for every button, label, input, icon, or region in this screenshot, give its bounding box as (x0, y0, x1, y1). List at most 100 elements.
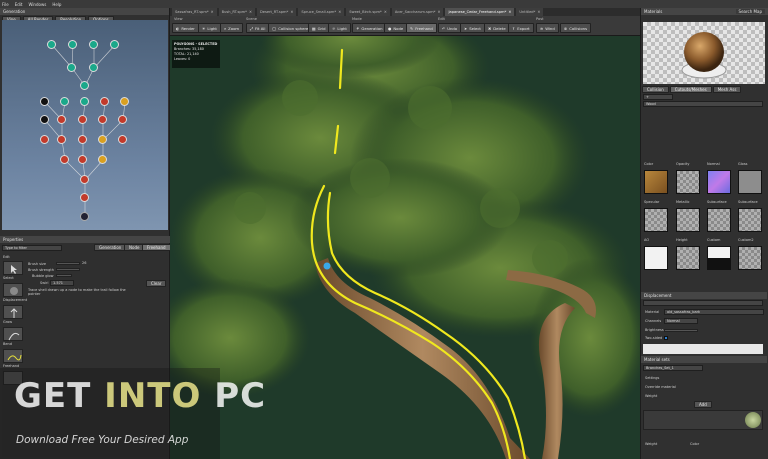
render-button[interactable]: ◐ Render (172, 23, 199, 33)
collisions-button[interactable]: ⊗ Collisions (560, 23, 592, 33)
leaf-node[interactable] (68, 40, 77, 49)
bend-tool[interactable] (3, 327, 23, 341)
tab-untitled[interactable]: Untitled* ✕ (516, 8, 544, 16)
color-map-slot[interactable] (644, 170, 668, 194)
tab-mesh-ass[interactable]: Mesh Ass (712, 86, 742, 93)
menu-file[interactable]: File (2, 2, 9, 7)
freehand-mode-button[interactable]: Freehand (142, 244, 171, 251)
tab-collision[interactable]: Collision (642, 86, 669, 93)
brush-size-slider[interactable] (56, 262, 80, 265)
subsurface2-map-slot[interactable] (738, 208, 762, 232)
displacement-dropdown[interactable] (643, 300, 763, 306)
select-tool[interactable] (3, 261, 23, 275)
branch-node[interactable] (80, 193, 89, 202)
close-icon[interactable]: ✕ (211, 10, 214, 14)
swirl-field[interactable]: 1.571 (50, 280, 74, 286)
scene-light-button[interactable]: ☼ Light (328, 23, 351, 33)
custom2-map-slot[interactable] (738, 246, 762, 270)
frond-node[interactable] (40, 115, 49, 124)
branch-node[interactable] (78, 135, 87, 144)
height-map-slot[interactable] (676, 246, 700, 270)
cap-node[interactable] (98, 135, 107, 144)
close-icon[interactable]: ✕ (338, 10, 341, 14)
generation-mode-toolbar-button[interactable]: ⚘ Generation (352, 23, 387, 33)
close-icon[interactable]: ✕ (384, 10, 387, 14)
material-add-field[interactable]: + (643, 94, 673, 100)
specular-map-slot[interactable] (644, 208, 668, 232)
branch-node[interactable] (100, 97, 109, 106)
branch-node[interactable] (78, 115, 87, 124)
tree-root-node[interactable] (80, 212, 89, 221)
material-preview[interactable] (643, 22, 765, 84)
custom-map-slot[interactable] (707, 246, 731, 270)
branch-node[interactable] (118, 135, 127, 144)
cap-node[interactable] (98, 155, 107, 164)
branch-node[interactable] (118, 115, 127, 124)
generation-mode-button[interactable]: Generation (94, 244, 127, 251)
fit-all-button[interactable]: ⤢ Fit All (246, 23, 270, 33)
leaf-node[interactable] (80, 97, 89, 106)
branch-node[interactable] (98, 115, 107, 124)
clear-button[interactable]: Clear (146, 280, 167, 287)
leaf-node[interactable] (110, 40, 119, 49)
bubble-glow-slider[interactable] (56, 274, 72, 277)
properties-filter-input[interactable]: Type to filter (2, 245, 62, 251)
channels-field[interactable]: Normal (664, 318, 698, 324)
tab-bush[interactable]: Bush_RT.spm* ✕ (218, 8, 255, 16)
delete-button[interactable]: ✖ Delete (484, 23, 510, 33)
brush-strength-slider[interactable] (56, 268, 80, 271)
tab-acer[interactable]: Acer_Saccharum.spm* ✕ (391, 8, 444, 16)
branch-node[interactable] (57, 115, 66, 124)
close-icon[interactable]: ✕ (508, 10, 511, 14)
close-icon[interactable]: ✕ (290, 10, 293, 14)
material-set-dropdown[interactable]: Branches_Set_1 (643, 365, 703, 371)
leaf-node[interactable] (47, 40, 56, 49)
gloss-map-slot[interactable] (738, 170, 762, 194)
export-button[interactable]: ⇪ Export (508, 23, 534, 33)
branch-node[interactable] (40, 135, 49, 144)
generation-graph[interactable] (2, 20, 168, 230)
leaf-node[interactable] (60, 97, 69, 106)
menu-edit[interactable]: Edit (15, 2, 23, 7)
brightness-slider[interactable] (664, 329, 698, 332)
displacement-material-field[interactable]: old_sassafras_bark (664, 309, 764, 315)
menu-windows[interactable]: Windows (28, 2, 46, 7)
branch-node[interactable] (60, 155, 69, 164)
opacity-map-slot[interactable] (676, 170, 700, 194)
undo-button[interactable]: ↶ Undo (438, 23, 462, 33)
node-mode-toolbar-button[interactable]: ● Node (384, 23, 408, 33)
normal-map-slot[interactable] (707, 170, 731, 194)
freehand-mode-toolbar-button[interactable]: ✎ Freehand (406, 23, 437, 33)
branch-node[interactable] (80, 175, 89, 184)
tab-cutouts-meshes[interactable]: Cutouts/Meshes (669, 86, 712, 93)
leaf-node[interactable] (89, 40, 98, 49)
light-button[interactable]: ☀ Light (198, 23, 221, 33)
two-sided-checkbox[interactable] (664, 336, 668, 340)
grow-tool[interactable] (3, 305, 23, 319)
tab-sassafras[interactable]: Sassafras_RT.spm* ✕ (172, 8, 217, 16)
material-name-field[interactable]: Wood (643, 101, 763, 107)
ao-map-slot[interactable] (644, 246, 668, 270)
tab-japanese-cedar[interactable]: Japanese_Cedar_Freehand.spm* ✕ (445, 8, 515, 16)
menu-help[interactable]: Help (52, 2, 61, 7)
leaf-node[interactable] (89, 63, 98, 72)
leaf-node[interactable] (80, 81, 89, 90)
close-icon[interactable]: ✕ (249, 10, 252, 14)
freehand-tool[interactable] (3, 349, 23, 363)
grid-button[interactable]: ▦ Grid (308, 23, 330, 33)
zoom-button[interactable]: ⌕ Zoom (220, 23, 244, 33)
node-handle[interactable] (323, 262, 331, 270)
close-icon[interactable]: ✕ (437, 10, 440, 14)
close-icon[interactable]: ✕ (537, 10, 540, 14)
edit-select-button[interactable]: ➤ Select (460, 23, 485, 33)
add-button[interactable]: Add (694, 401, 712, 408)
branch-node[interactable] (78, 155, 87, 164)
tab-spruce[interactable]: Spruce_Small.spm* ✕ (298, 8, 345, 16)
search-map-input[interactable]: Search Map (735, 9, 765, 14)
tab-sweet-birch[interactable]: Sweet_Birch.spm* ✕ (346, 8, 390, 16)
branch-node[interactable] (57, 135, 66, 144)
cap-node[interactable] (120, 97, 129, 106)
subsurface-map-slot[interactable] (707, 208, 731, 232)
frond-node[interactable] (40, 97, 49, 106)
wind-button[interactable]: ≋ Wind (536, 23, 559, 33)
